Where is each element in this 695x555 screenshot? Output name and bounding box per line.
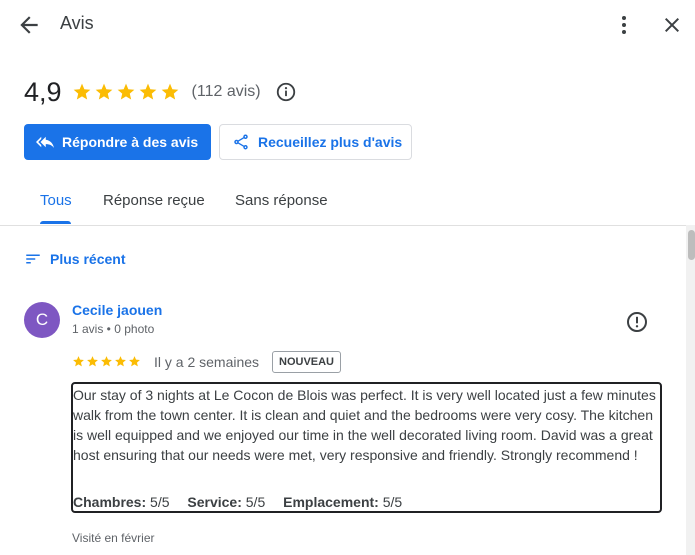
rating-label-service: Service: — [187, 494, 242, 510]
page-title: Avis — [60, 13, 94, 33]
sub-ratings: Chambres: 5/5 Service: 5/5 Emplacement: … — [73, 494, 402, 510]
review-stars — [72, 355, 141, 368]
report-review-button[interactable] — [625, 310, 649, 334]
rating-label-location: Emplacement: — [283, 494, 379, 510]
share-icon — [234, 134, 248, 150]
visited-date: Visité en février — [72, 531, 155, 545]
scrollbar-thumb[interactable] — [688, 230, 695, 260]
info-icon[interactable] — [275, 81, 297, 103]
rating-summary: 4,9 (112 avis) — [24, 76, 297, 108]
close-button[interactable] — [660, 12, 684, 38]
sort-label: Plus récent — [50, 251, 126, 267]
status-badge: NOUVEAU — [272, 351, 342, 373]
star-icon — [161, 83, 178, 100]
collect-button-label: Recueillez plus d'avis — [258, 134, 403, 150]
collect-reviews-button[interactable]: Recueillez plus d'avis — [219, 124, 412, 160]
rating-value-location: 5/5 — [382, 494, 403, 510]
more-options-button[interactable] — [612, 12, 636, 38]
avatar[interactable]: C — [24, 302, 60, 338]
app-header: Avis — [0, 0, 695, 50]
sort-button[interactable]: Plus récent — [24, 250, 125, 268]
review-tabs: Tous Réponse reçue Sans réponse — [0, 180, 695, 226]
review-count: (112 avis) — [191, 83, 261, 100]
reply-icon — [36, 136, 54, 148]
rating-label-rooms: Chambres: — [73, 494, 147, 510]
review-body: Our stay of 3 nights at Le Cocon de Bloi… — [71, 382, 662, 513]
back-button[interactable] — [16, 12, 42, 38]
reply-button-label: Répondre à des avis — [62, 134, 199, 150]
tab-all[interactable]: Tous — [40, 192, 72, 209]
star-icon — [87, 356, 98, 367]
star-icon — [101, 356, 112, 367]
star-icon — [115, 356, 126, 367]
reviewer-meta: 1 avis • 0 photo — [72, 322, 155, 336]
active-tab-indicator — [40, 221, 71, 224]
flag-icon — [627, 312, 647, 332]
review-text: Our stay of 3 nights at Le Cocon de Bloi… — [73, 387, 656, 463]
close-icon — [665, 18, 679, 32]
reviewer-name[interactable]: Cecile jaouen — [72, 302, 162, 318]
rating-value-service: 5/5 — [245, 494, 266, 510]
reply-to-reviews-button[interactable]: Répondre à des avis — [24, 124, 211, 160]
scrollbar-track[interactable] — [686, 225, 695, 555]
star-icon — [129, 356, 140, 367]
star-icon — [117, 83, 134, 100]
sort-icon — [26, 254, 40, 264]
tab-replied[interactable]: Réponse reçue — [103, 192, 205, 209]
rating-value-rooms: 5/5 — [150, 494, 170, 510]
review-date: Il y a 2 semaines — [154, 354, 260, 370]
star-icon — [73, 356, 84, 367]
tab-unreplied[interactable]: Sans réponse — [235, 192, 328, 209]
star-icon — [139, 83, 156, 100]
back-arrow-icon — [20, 16, 38, 34]
average-rating: 4,9 — [24, 76, 62, 107]
more-vert-icon — [622, 16, 626, 34]
summary-stars — [72, 82, 180, 102]
star-icon — [95, 83, 112, 100]
star-icon — [73, 83, 90, 100]
